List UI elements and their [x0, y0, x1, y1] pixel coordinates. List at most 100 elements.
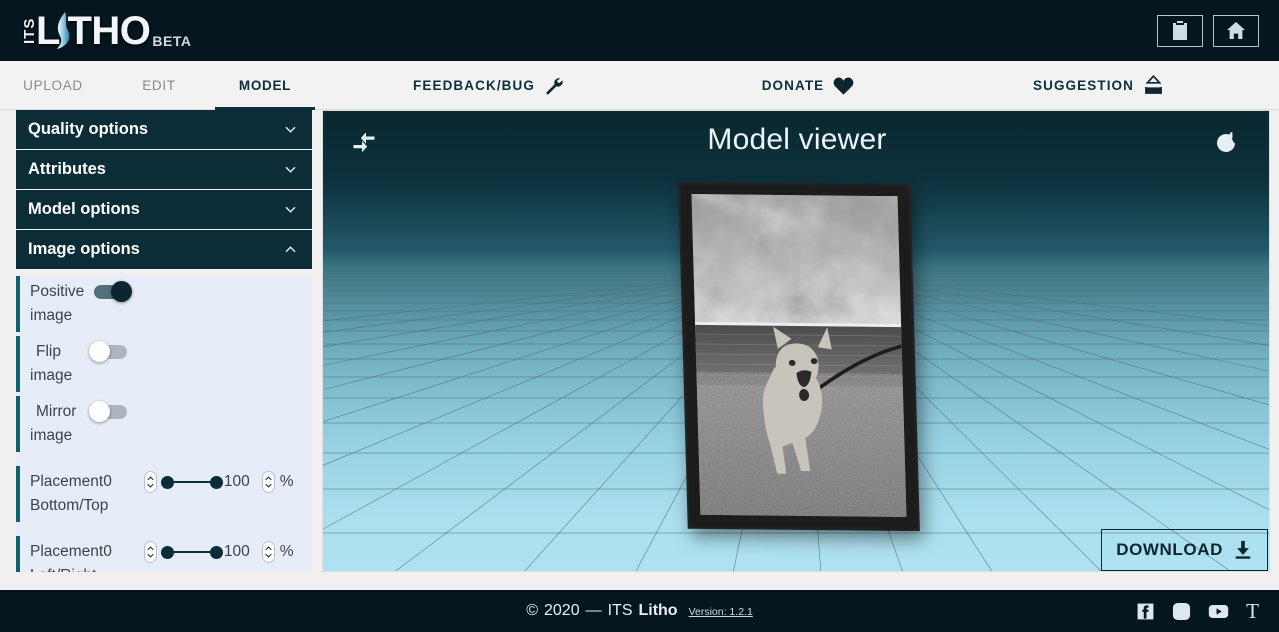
- app-logo[interactable]: ITS L THO BETA: [20, 7, 191, 55]
- download-button[interactable]: DOWNLOAD: [1101, 529, 1268, 571]
- section-attributes[interactable]: Attributes: [16, 150, 312, 190]
- section-attributes-title: Attributes: [28, 160, 106, 178]
- download-icon: [1235, 540, 1251, 559]
- control-placement-bottom-top: Placement 0 100 % Bottom/Top: [16, 466, 312, 522]
- tab-upload[interactable]: UPLOAD: [0, 61, 106, 110]
- toggle-knob: [88, 341, 110, 362]
- placement-bt-max-stepper[interactable]: [261, 471, 275, 493]
- suggestion-label: SUGGESTION: [1032, 77, 1134, 93]
- toggle-knob: [111, 281, 133, 302]
- download-button-label: DOWNLOAD: [1116, 540, 1223, 559]
- lithophane-model[interactable]: [678, 181, 920, 532]
- mirror-image-toggle[interactable]: [89, 401, 128, 422]
- tab-upload-label: UPLOAD: [23, 78, 83, 93]
- range-thumb-max[interactable]: [209, 546, 223, 559]
- tab-edit[interactable]: EDIT: [106, 61, 212, 110]
- image-options-panel: Positive image Flip image Mirror image P…: [16, 276, 312, 572]
- options-sidebar: Quality options Attributes Model options…: [16, 110, 312, 572]
- model-viewer[interactable]: Model viewer DOWNLOAD: [322, 110, 1270, 572]
- top-header-bar: ITS L THO BETA: [0, 0, 1279, 61]
- thingiverse-icon[interactable]: T: [1246, 600, 1259, 622]
- placement-bt-label-2: Bottom/Top: [30, 497, 109, 514]
- placement-bt-unit: %: [279, 473, 294, 490]
- chevron-up-icon: [147, 476, 154, 481]
- tab-model[interactable]: MODEL: [212, 61, 318, 110]
- version-link[interactable]: Version: 1.2.1: [689, 606, 753, 620]
- instagram-icon[interactable]: [1172, 602, 1191, 621]
- chevron-down-icon: [265, 483, 272, 488]
- feedback-bug-link[interactable]: FEEDBACK/BUG: [318, 76, 658, 95]
- home-button[interactable]: [1213, 14, 1259, 47]
- positive-image-toggle[interactable]: [94, 281, 133, 302]
- brand-name-bold: Litho: [638, 602, 678, 619]
- placement-lr-range-slider[interactable]: [160, 541, 223, 563]
- copyright-line: © 2020 — ITS Litho Version: 1.2.1: [526, 602, 753, 620]
- placement-bt-label: Placement: [30, 473, 104, 490]
- toggle-knob: [89, 401, 111, 422]
- range-thumb-min[interactable]: [160, 476, 174, 489]
- home-icon: [1227, 22, 1245, 39]
- placement-lr-label-2: Left/Right: [30, 564, 312, 572]
- lithophane-image: [691, 193, 907, 518]
- ballot-box-icon: [1144, 74, 1163, 94]
- lithophane-photo-dog-beach: [691, 193, 907, 518]
- chevron-down-icon: [147, 483, 154, 488]
- placement-lr-label: Placement: [30, 543, 104, 560]
- placement-bt-max-value: 100: [223, 473, 250, 490]
- section-quality-options[interactable]: Quality options: [16, 110, 312, 150]
- copyright-symbol: ©: [526, 602, 538, 619]
- placement-lr-unit: %: [279, 543, 294, 560]
- brand-name-light: ITS: [607, 602, 633, 619]
- chevron-down-icon: [285, 126, 296, 133]
- control-flip-image: Flip image: [16, 336, 312, 392]
- copyright-year: 2020: [544, 602, 580, 619]
- section-quality-options-title: Quality options: [28, 120, 149, 138]
- tab-edit-label: EDIT: [142, 78, 176, 93]
- section-model-options[interactable]: Model options: [16, 190, 312, 230]
- placement-lr-max-stepper[interactable]: [261, 541, 275, 563]
- chevron-down-icon: [147, 553, 154, 558]
- placement-bt-min-stepper[interactable]: [143, 471, 157, 493]
- page-footer: © 2020 — ITS Litho Version: 1.2.1 T: [0, 590, 1279, 632]
- section-image-options[interactable]: Image options: [16, 230, 312, 270]
- placement-lr-max-value: 100: [223, 543, 250, 560]
- feedback-bug-label: FEEDBACK/BUG: [413, 77, 535, 93]
- suggestion-link[interactable]: SUGGESTION: [958, 74, 1279, 96]
- placement-bt-min-value: 0: [103, 473, 112, 490]
- app-root: ITS L THO BETA UPLOAD EDIT MODEL FEEDBAC…: [0, 0, 1279, 632]
- section-image-options-title: Image options: [28, 240, 140, 258]
- logo-its-text: ITS: [21, 17, 38, 44]
- flip-image-label: Flip: [36, 343, 61, 360]
- viewer-title: Model viewer: [707, 123, 887, 156]
- flip-image-label-2: image: [30, 367, 73, 384]
- chevron-up-icon: [265, 476, 272, 481]
- mirror-image-label: Mirror: [36, 403, 77, 420]
- clipboard-icon: [1173, 21, 1187, 40]
- chevron-down-icon: [265, 553, 272, 558]
- heart-icon: [833, 76, 854, 95]
- main-nav-bar: UPLOAD EDIT MODEL FEEDBACK/BUG DONATE SU…: [0, 61, 1279, 110]
- placement-lr-min-value: 0: [103, 543, 112, 560]
- notes-button[interactable]: [1157, 14, 1203, 47]
- youtube-icon[interactable]: [1208, 602, 1229, 621]
- control-positive-image: Positive image: [16, 276, 312, 332]
- wrench-icon: [546, 77, 563, 94]
- range-thumb-max[interactable]: [209, 476, 223, 489]
- logo-beta-badge: BETA: [152, 32, 192, 49]
- facebook-icon[interactable]: [1136, 602, 1155, 621]
- chevron-up-icon: [265, 546, 272, 551]
- placement-lr-min-stepper[interactable]: [143, 541, 157, 563]
- flip-image-toggle[interactable]: [88, 341, 127, 362]
- range-thumb-min[interactable]: [160, 546, 174, 559]
- chevron-down-icon: [285, 166, 296, 173]
- mirror-image-label-2: image: [30, 427, 73, 444]
- donate-label: DONATE: [761, 77, 825, 93]
- donate-link[interactable]: DONATE: [658, 76, 958, 95]
- tab-model-label: MODEL: [238, 78, 292, 93]
- header-actions: [1157, 14, 1259, 47]
- social-links: T: [1136, 600, 1259, 622]
- control-placement-left-right: Placement 0 100 % Left/Right: [16, 536, 312, 572]
- placement-bt-range-slider[interactable]: [160, 471, 223, 493]
- chevron-up-icon: [147, 546, 154, 551]
- control-mirror-image: Mirror image: [16, 396, 312, 452]
